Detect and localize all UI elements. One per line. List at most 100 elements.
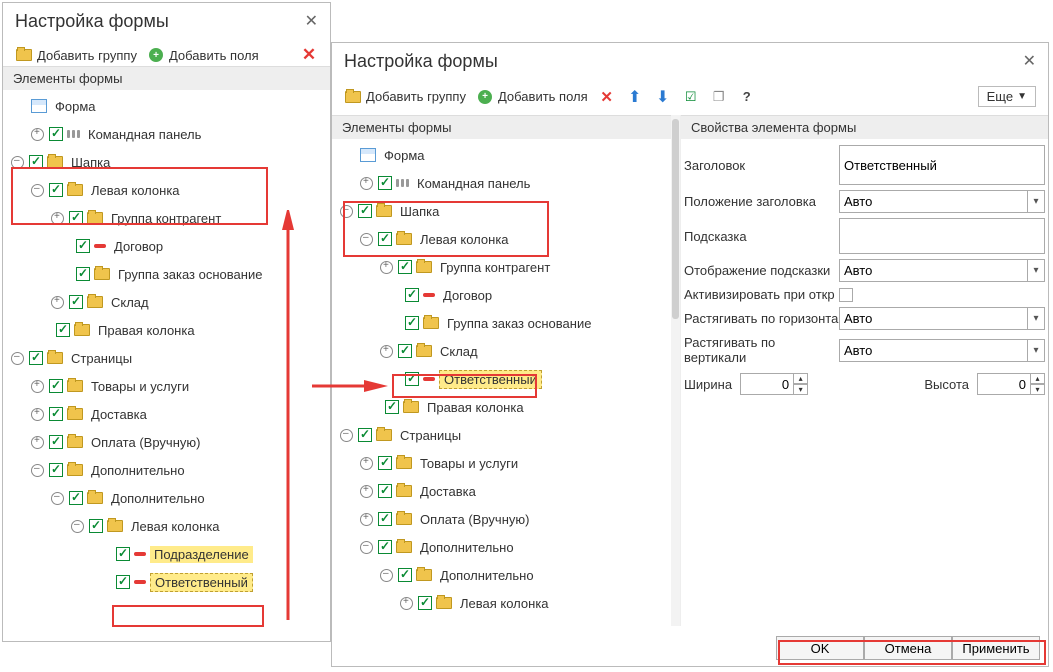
expand-icon[interactable] [51,212,64,225]
delete-icon[interactable]: ✕ [598,88,616,106]
stretch-v-select[interactable] [839,339,1027,362]
checkbox[interactable] [29,155,43,169]
dropdown-icon[interactable]: ▾ [1027,339,1045,362]
checkbox[interactable] [378,456,392,470]
spin-down-icon[interactable]: ▾ [794,384,808,395]
spin-up-icon[interactable]: ▴ [794,373,808,384]
ok-button[interactable]: OK [776,636,864,660]
collapse-icon[interactable] [360,541,373,554]
checkbox[interactable] [378,176,392,190]
delete-icon[interactable]: ✕ [300,46,318,64]
collapse-icon[interactable] [11,352,24,365]
checkbox[interactable] [358,204,372,218]
activate-checkbox[interactable] [839,288,853,302]
height-stepper[interactable]: ▴▾ [977,373,1045,395]
tree-row[interactable]: Левая колонка [3,512,330,540]
expand-icon[interactable] [360,485,373,498]
expand-icon[interactable] [400,597,413,610]
tree-row[interactable]: Договор [3,232,330,260]
add-group-button[interactable]: Добавить группу [15,46,137,64]
collapse-icon[interactable] [11,156,24,169]
cancel-button[interactable]: Отмена [864,636,952,660]
expand-icon[interactable] [31,408,44,421]
checkbox[interactable] [405,316,419,330]
tree-row-form[interactable]: Форма [3,92,330,120]
expand-icon[interactable] [31,436,44,449]
expand-icon[interactable] [31,380,44,393]
tree-row-pages[interactable]: Страницы [332,421,680,449]
collapse-icon[interactable] [360,233,373,246]
tree-row[interactable]: Дополнительно [3,484,330,512]
close-icon[interactable]: ✕ [1023,54,1036,70]
width-input[interactable] [740,373,794,395]
tree-row-otvet[interactable]: Ответственный [3,568,330,596]
checkbox[interactable] [76,267,90,281]
hint-disp-select[interactable] [839,259,1027,282]
tree-row[interactable]: Группа заказ основание [3,260,330,288]
help-icon[interactable]: ? [738,88,756,106]
expand-icon[interactable] [380,345,393,358]
tree-row[interactable]: Дополнительно [332,561,680,589]
checkbox[interactable] [56,323,70,337]
checkbox[interactable] [49,379,63,393]
tree-row-otvet[interactable]: Ответственный [332,365,680,393]
tree-row[interactable]: Группа заказ основание [332,309,680,337]
tree-row[interactable]: Товары и услуги [332,449,680,477]
checkbox[interactable] [398,260,412,274]
checkbox[interactable] [69,491,83,505]
checkbox[interactable] [89,519,103,533]
title-input[interactable] [839,145,1045,185]
tree-row[interactable]: Левая колонка [332,589,680,617]
title-pos-select[interactable] [839,190,1027,213]
checkbox[interactable] [116,575,130,589]
tree-row-shapka[interactable]: Шапка [3,148,330,176]
checkbox[interactable] [398,568,412,582]
collapse-icon[interactable] [51,492,64,505]
close-icon[interactable]: ✕ [305,14,318,30]
move-down-icon[interactable]: ⬇ [654,88,672,106]
expand-icon[interactable] [360,513,373,526]
tree-row[interactable]: Договор [332,281,680,309]
tree-row-cmd-panel[interactable]: Командная панель [3,120,330,148]
checkbox[interactable] [418,596,432,610]
collapse-icon[interactable] [31,464,44,477]
tree-row[interactable]: Командная панель [332,169,680,197]
tree-row[interactable]: Правая колонка [3,316,330,344]
tree-row[interactable]: Доставка [332,477,680,505]
collapse-icon[interactable] [340,205,353,218]
expand-icon[interactable] [31,128,44,141]
checkbox[interactable] [378,512,392,526]
checkbox[interactable] [49,183,63,197]
tree-row[interactable]: Оплата (Вручную) [3,428,330,456]
tree-row[interactable]: Правая колонка [332,393,680,421]
tree-row-left-col[interactable]: Левая колонка [3,176,330,204]
checkbox[interactable] [405,372,419,386]
checkbox[interactable] [76,239,90,253]
tree-row[interactable]: Склад [3,288,330,316]
check-all-icon[interactable]: ☑ [682,88,700,106]
checkbox[interactable] [49,407,63,421]
checkbox[interactable] [405,288,419,302]
add-fields-button[interactable]: + Добавить поля [476,88,588,106]
expand-icon[interactable] [380,261,393,274]
collapse-icon[interactable] [380,569,393,582]
checkbox[interactable] [69,295,83,309]
checkbox[interactable] [29,351,43,365]
tree-row[interactable]: Дополнительно [332,533,680,561]
tree-row-pages[interactable]: Страницы [3,344,330,372]
collapse-icon[interactable] [340,429,353,442]
collapse-icon[interactable] [71,520,84,533]
tree-row[interactable]: Группа контрагент [3,204,330,232]
collapse-icon[interactable] [31,184,44,197]
expand-icon[interactable] [51,296,64,309]
checkbox[interactable] [69,211,83,225]
apply-button[interactable]: Применить [952,636,1040,660]
checkbox[interactable] [378,232,392,246]
tree-row[interactable]: Оплата (Вручную) [332,505,680,533]
width-stepper[interactable]: ▴▾ [740,373,808,395]
spin-up-icon[interactable]: ▴ [1031,373,1045,384]
checkbox[interactable] [49,127,63,141]
expand-icon[interactable] [360,177,373,190]
tree-row[interactable]: Подразделение [3,540,330,568]
more-button[interactable]: Еще ▼ [978,86,1036,107]
